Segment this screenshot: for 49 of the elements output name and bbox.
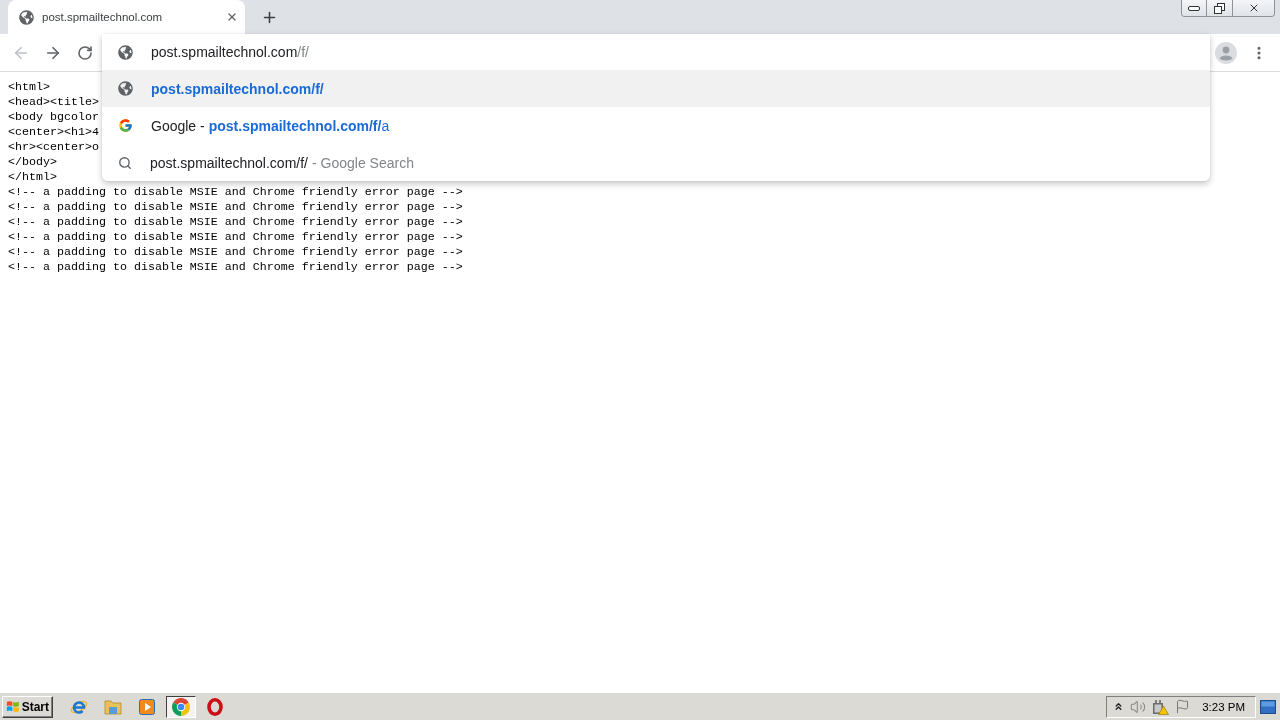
suggestion-row[interactable]: post.spmailtechnol.com/f/ xyxy=(102,70,1210,107)
restore-button[interactable] xyxy=(1206,0,1232,16)
browser-tab[interactable]: post.spmailtechnol.com xyxy=(8,0,245,34)
source-line: <hr><center>o xyxy=(8,140,99,155)
globe-icon xyxy=(19,9,34,25)
source-line: <!-- a padding to disable MSIE and Chrome friendly error page --> xyxy=(8,245,463,260)
minimize-icon xyxy=(1188,5,1200,11)
folder-icon xyxy=(104,698,122,715)
suggestion-description: - Google Search xyxy=(311,154,414,171)
source-line: </html> xyxy=(8,170,57,185)
source-line: <!-- a padding to disable MSIE and Chrome friendly error page --> xyxy=(8,185,463,200)
desktop-icon xyxy=(1260,699,1276,714)
source-line: <center><h1>4 xyxy=(8,125,99,140)
source-line: </body> xyxy=(8,155,57,170)
globe-icon xyxy=(118,44,133,60)
minimize-button[interactable] xyxy=(1182,0,1206,16)
suggestion-title: Google - xyxy=(151,117,205,134)
source-line: <head><title> xyxy=(8,95,99,110)
round-logo-icon xyxy=(172,697,190,716)
suggestion-url: post.spmailtechnol.com/f/ xyxy=(151,80,324,97)
source-line: <html> xyxy=(8,80,50,95)
speaker-icon[interactable] xyxy=(1130,698,1146,715)
reload-icon xyxy=(77,44,93,61)
suggestion-url: post.spmailtechnol.com/f/a xyxy=(208,117,390,134)
close-icon xyxy=(226,11,238,23)
chevron-up-icon[interactable] xyxy=(1113,701,1124,712)
network-warning-icon[interactable] xyxy=(1152,698,1169,715)
source-line: <!-- a padding to disable MSIE and Chrome friendly error page --> xyxy=(8,260,463,275)
source-line: <!-- a padding to disable MSIE and Chrome friendly error page --> xyxy=(8,200,463,215)
flag-icon[interactable] xyxy=(1175,699,1190,714)
start-button[interactable]: Start xyxy=(2,695,53,718)
restore-icon xyxy=(1214,2,1225,14)
search-query: post.spmailtechnol.com/f/ xyxy=(150,154,308,171)
avatar-icon xyxy=(1215,41,1237,64)
suggestion-row[interactable]: Google - post.spmailtechnol.com/f/a xyxy=(102,107,1210,144)
tab-title: post.spmailtechnol.com xyxy=(42,11,164,23)
address-field[interactable]: post.spmailtechnol.com/f/ xyxy=(102,34,1210,70)
suggestion-row[interactable]: post.spmailtechnol.com/f/ - Google Search xyxy=(102,144,1210,181)
ring-icon xyxy=(207,697,223,716)
play-icon xyxy=(139,698,155,715)
clock-text: 3:23 PM xyxy=(1202,700,1245,713)
taskbar-button[interactable] xyxy=(166,695,196,718)
source-line: <body bgcolor xyxy=(8,110,99,125)
search-icon xyxy=(118,155,132,170)
windows-logo-icon xyxy=(6,699,20,714)
globe-icon xyxy=(118,81,133,96)
letter-g-icon xyxy=(118,118,133,133)
source-line: <!-- a padding to disable MSIE and Chrome friendly error page --> xyxy=(8,230,463,245)
source-line: <!-- a padding to disable MSIE and Chrome friendly error page --> xyxy=(8,215,463,230)
